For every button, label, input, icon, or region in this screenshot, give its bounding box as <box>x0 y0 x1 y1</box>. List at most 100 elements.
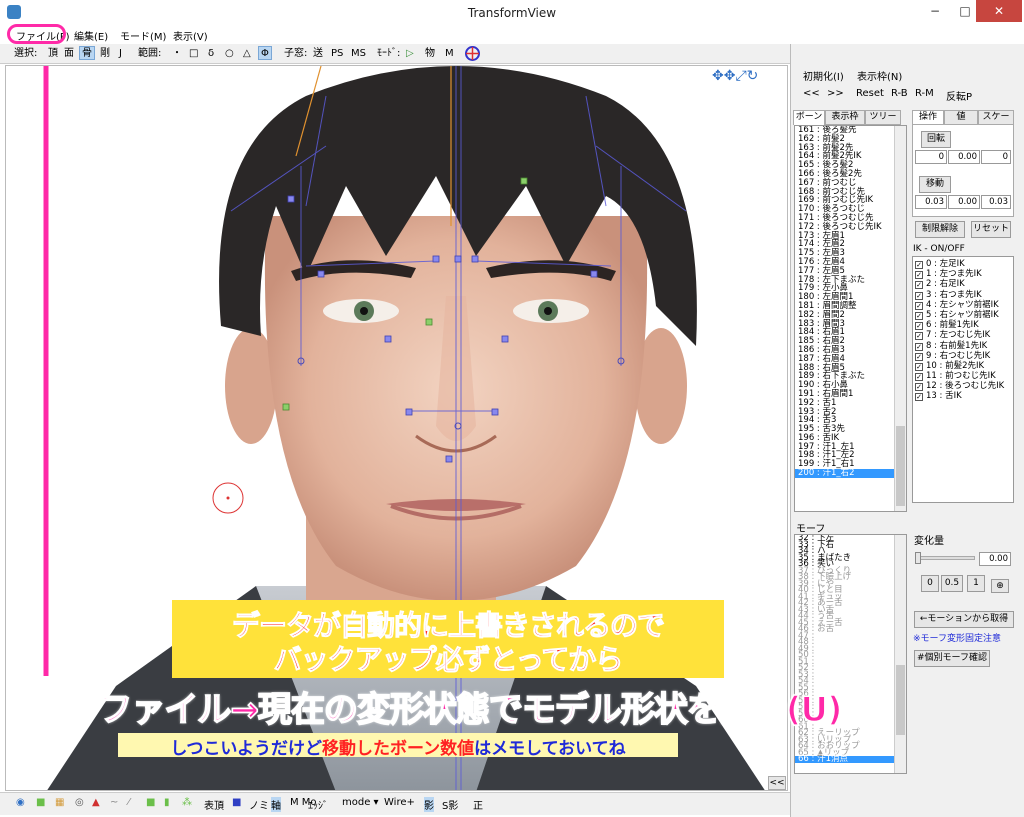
front-view-button[interactable]: 正 <box>473 797 483 812</box>
check-morph-button[interactable]: #個別モーフ確認 <box>914 650 990 667</box>
move-x-input[interactable]: 0.03 <box>915 195 947 209</box>
menu-mode[interactable]: モード(M) <box>120 28 166 43</box>
morph-list-item[interactable]: 66 : 汗1消点 <box>795 755 906 763</box>
close-button[interactable]: ✕ <box>976 0 1022 22</box>
pan-view-icon[interactable]: ✥ <box>724 68 736 84</box>
rotate-x-input[interactable]: 0 <box>915 150 947 164</box>
next-button[interactable]: >> <box>827 88 844 99</box>
rotate-y-input[interactable]: 0.00 <box>948 150 980 164</box>
ik-list-item[interactable]: ✓ 6 : 前髪1先IK <box>913 320 1013 331</box>
set-05-button[interactable]: 0.5 <box>941 575 963 592</box>
display-frame-menu[interactable]: 表示枠(N) <box>857 68 902 83</box>
bone-list[interactable]: 161 : 後ろ髪先 162 : 前髪2 163 : 前髪2先 164 : 前髪2先I… <box>794 125 907 512</box>
ik-list-item[interactable]: ✓ 3 : 右つま先IK <box>913 290 1013 300</box>
ik-list[interactable]: ✓ 0 : 左足IK ✓ 1 : 左つま先IK ✓ 2 : 右足IK ✓ 3 : 右つま先IK… <box>912 256 1014 503</box>
color-swatch-icon[interactable]: ■ <box>232 797 241 808</box>
axis-button[interactable]: 軸 <box>271 797 281 812</box>
select-rigid-button[interactable]: 剛 <box>100 47 110 61</box>
checkbox-icon[interactable]: ✓ <box>915 373 923 382</box>
range-rect-button[interactable]: □ <box>189 47 198 61</box>
tab-tree[interactable]: ツリー <box>865 110 901 125</box>
ik-list-item[interactable]: ✓ 11 : 前つむじ先IK <box>913 371 1013 382</box>
reset-button[interactable]: Reset <box>856 88 884 99</box>
target-icon[interactable]: ◎ <box>75 797 84 808</box>
ik-list-item[interactable]: ✓ 7 : 左つむじ先IK <box>913 330 1013 341</box>
set-0-button[interactable]: 0 <box>921 575 939 592</box>
color-wheel-icon[interactable] <box>465 46 480 61</box>
ik-list-item[interactable]: ✓ 8 : 右前髪1先IK <box>913 341 1013 351</box>
select-joint-button[interactable]: J <box>119 47 122 61</box>
reset-values-button[interactable]: リセット <box>971 221 1011 238</box>
morph-list-scrollbar[interactable] <box>894 535 906 773</box>
rb-button[interactable]: R-B <box>891 88 908 99</box>
bone-list-scroll-thumb[interactable] <box>896 426 905 506</box>
wave-icon[interactable]: ~ <box>110 797 118 808</box>
ik-list-item[interactable]: ✓ 0 : 左足IK <box>913 259 1013 269</box>
wire-button[interactable]: Wire+ <box>384 797 415 808</box>
rotate-z-input[interactable]: 0 <box>981 150 1011 164</box>
add-icon[interactable]: ⊕ <box>991 579 1009 593</box>
rotate-view-icon[interactable]: ↻ <box>747 68 759 84</box>
child-send-button[interactable]: 送 <box>313 47 323 61</box>
render-icon[interactable]: ◉ <box>16 797 25 808</box>
physics-button[interactable]: 物 <box>425 47 435 61</box>
checkbox-icon[interactable]: ✓ <box>915 311 923 320</box>
flip-button[interactable]: 反転P <box>946 88 972 103</box>
tab-value[interactable]: 値 <box>944 110 978 125</box>
rotate-button[interactable]: 回転 <box>921 131 951 148</box>
unlock-limits-button[interactable]: 制限解除 <box>915 221 965 238</box>
rm-button[interactable]: R-M <box>915 88 934 99</box>
ik-list-item[interactable]: ✓ 4 : 左シャツ前裾IK <box>913 300 1013 310</box>
bone-list-scrollbar[interactable] <box>894 126 906 511</box>
init-menu[interactable]: 初期化(I) <box>803 68 844 83</box>
checkbox-icon[interactable]: ✓ <box>915 291 923 300</box>
range-circle-button[interactable]: ○ <box>225 47 234 61</box>
checkbox-icon[interactable]: ✓ <box>915 362 923 371</box>
tab-operation[interactable]: 操作 <box>912 110 944 125</box>
edge-button[interactable]: ｴｯｼﾞ <box>308 797 328 812</box>
ik-list-item[interactable]: ✓ 5 : 右シャツ前裾IK <box>913 310 1013 320</box>
checkbox-icon[interactable]: ✓ <box>915 393 923 402</box>
ik-list-item[interactable]: ✓ 12 : 後ろつむじ先IK <box>913 381 1013 392</box>
move-y-input[interactable]: 0.00 <box>948 195 980 209</box>
child-ps-button[interactable]: PS <box>331 47 343 61</box>
tab-scale[interactable]: スケール <box>978 110 1014 135</box>
mode-m-button[interactable]: M <box>445 47 454 61</box>
ik-list-item[interactable]: ✓ 9 : 右つむじ先IK <box>913 351 1013 361</box>
tab-bones[interactable]: ボーン <box>793 110 825 125</box>
bar-icon[interactable]: ▮ <box>164 797 170 808</box>
collapse-button[interactable]: << <box>768 776 786 790</box>
change-slider[interactable] <box>915 556 975 560</box>
ik-list-item[interactable]: ✓ 2 : 右足IK <box>913 279 1013 290</box>
checkbox-icon[interactable]: ✓ <box>915 271 923 280</box>
change-slider-thumb[interactable] <box>915 552 921 564</box>
menu-view[interactable]: 表示(V) <box>173 28 208 43</box>
move-z-input[interactable]: 0.03 <box>981 195 1011 209</box>
nomi-button[interactable]: ノミ <box>249 797 269 812</box>
dots-icon[interactable]: ⁂ <box>182 797 192 808</box>
triangle-icon[interactable]: ▲ <box>92 797 100 808</box>
ik-list-item[interactable]: ✓ 13 : 舌IK <box>913 391 1013 402</box>
checkbox-icon[interactable]: ✓ <box>915 352 923 361</box>
material-icon[interactable]: ▦ <box>55 797 64 808</box>
ik-list-item[interactable]: ✓ 10 : 前髪2先IK <box>913 361 1013 371</box>
child-ms-button[interactable]: MS <box>351 47 366 61</box>
checkbox-icon[interactable]: ✓ <box>915 301 923 310</box>
minimize-button[interactable]: − <box>920 0 950 22</box>
range-triangle-button[interactable]: △ <box>243 47 251 61</box>
green-icon[interactable]: ■ <box>146 797 155 808</box>
range-dot-button[interactable]: ・ <box>172 47 182 61</box>
move-button[interactable]: 移動 <box>919 176 951 193</box>
checkbox-icon[interactable]: ✓ <box>915 261 923 269</box>
vertex-display-button[interactable]: 表頂 <box>204 797 224 812</box>
shadow-button[interactable]: 影 <box>424 797 434 812</box>
range-delta-button[interactable]: δ <box>208 47 214 61</box>
s-shadow-button[interactable]: S影 <box>442 797 458 812</box>
line-icon[interactable]: ⁄ <box>128 797 130 808</box>
checkbox-icon[interactable]: ✓ <box>915 342 923 351</box>
select-bone-button[interactable]: 骨 <box>79 46 95 60</box>
play-icon[interactable]: ▷ <box>406 47 414 61</box>
checkbox-icon[interactable]: ✓ <box>915 322 923 331</box>
change-amount-input[interactable]: 0.00 <box>979 552 1011 566</box>
checkbox-icon[interactable]: ✓ <box>915 383 923 392</box>
